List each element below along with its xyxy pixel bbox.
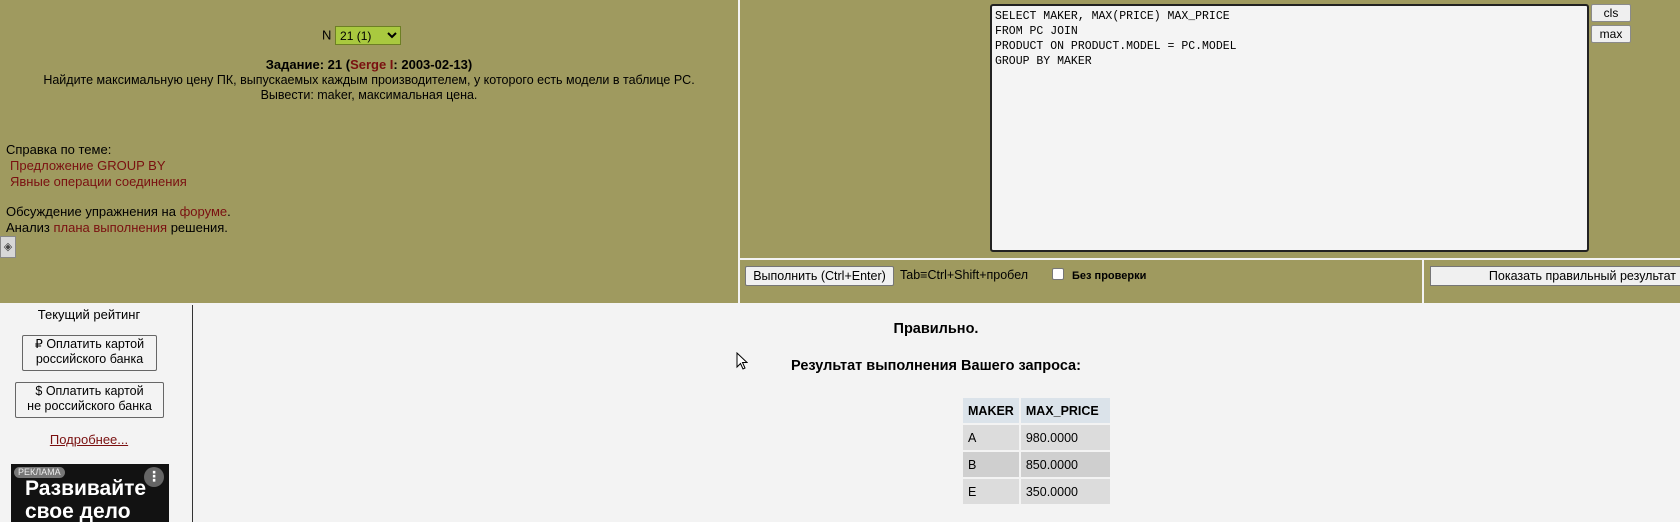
forum-suffix: . bbox=[227, 204, 231, 219]
ad-line2: свое дело bbox=[25, 500, 131, 522]
show-correct-result-button[interactable]: Показать правильный результат bbox=[1430, 266, 1680, 286]
table-cell: E bbox=[963, 479, 1019, 504]
table-cell: 980.0000 bbox=[1020, 425, 1110, 450]
max-button[interactable]: max bbox=[1591, 25, 1631, 43]
no-check-label: Без проверки bbox=[1072, 270, 1147, 282]
help-section: Справка по теме: Предложение GROUP BY Яв… bbox=[6, 142, 231, 236]
ad-line1: Развивайте bbox=[25, 477, 147, 500]
column-header: MAX_PRICE bbox=[1020, 398, 1110, 423]
help-heading: Справка по теме: bbox=[6, 142, 112, 157]
plan-line: Анализ плана выполнения решения. bbox=[6, 220, 231, 236]
result-table: MAKER MAX_PRICE A 980.0000 B 850.0000 E … bbox=[961, 396, 1112, 506]
no-check-checkbox[interactable] bbox=[1052, 268, 1064, 280]
help-link-group-by[interactable]: Предложение GROUP BY bbox=[6, 158, 231, 174]
pay-foreign-line2: не российского банка bbox=[27, 399, 152, 413]
collapse-icon[interactable]: ◈ bbox=[0, 236, 16, 258]
mouse-cursor-icon bbox=[736, 352, 748, 370]
pay-foreign-line1: $ Оплатить картой bbox=[35, 384, 144, 398]
pay-foreign-card-button[interactable]: $ Оплатить картой не российского банка bbox=[15, 382, 164, 418]
rating-panel: Текущий рейтинг ₽ Оплатить картой россий… bbox=[0, 305, 193, 522]
task-author[interactable]: Serge I bbox=[350, 57, 393, 72]
more-link[interactable]: Подробнее... bbox=[0, 432, 178, 447]
task-text-line2: Вывести: maker, максимальная цена. bbox=[260, 88, 478, 102]
status-message: Правильно. bbox=[893, 321, 979, 337]
cls-button[interactable]: cls bbox=[1591, 4, 1631, 22]
task-number-label: N bbox=[322, 27, 332, 43]
task-title: Задание: 21 (Serge I: 2003-02-13) bbox=[0, 57, 738, 72]
rating-title: Текущий рейтинг bbox=[37, 307, 141, 322]
task-number-select[interactable]: 21 (1) bbox=[335, 26, 402, 45]
plan-suffix: решения. bbox=[167, 220, 228, 235]
ad-menu-icon[interactable]: ⋮ bbox=[144, 467, 164, 487]
help-link-joins[interactable]: Явные операции соединения bbox=[6, 174, 231, 190]
task-number-row: N 21 (1) bbox=[322, 26, 402, 45]
table-row: A 980.0000 bbox=[963, 425, 1110, 450]
task-title-prefix: Задание: 21 ( bbox=[265, 57, 351, 72]
result-caption: Результат выполнения Вашего запроса: bbox=[791, 358, 1081, 374]
ad-headline: Развивайте свое дело bbox=[25, 477, 146, 522]
pay-ru-line1: ₽ Оплатить картой bbox=[34, 337, 145, 351]
plan-link[interactable]: плана выполнения bbox=[54, 220, 168, 235]
table-cell: B bbox=[963, 452, 1019, 477]
table-cell: 850.0000 bbox=[1020, 452, 1110, 477]
task-panel: N 21 (1) Задание: 21 (Serge I: 2003-02-1… bbox=[0, 0, 738, 303]
table-row: B 850.0000 bbox=[963, 452, 1110, 477]
ad-banner[interactable]: РЕКЛАМА ⋮ Развивайте свое дело bbox=[11, 464, 169, 522]
pay-ru-line2: российского банка bbox=[35, 352, 144, 366]
forum-link[interactable]: форуме bbox=[180, 204, 228, 219]
shortcut-hint: Tab≡Ctrl+Shift+пробел bbox=[900, 268, 1029, 282]
table-cell: 350.0000 bbox=[1020, 479, 1110, 504]
plan-prefix: Анализ bbox=[6, 220, 54, 235]
sql-editor[interactable]: SELECT MAKER, MAX(PRICE) MAX_PRICE FROM … bbox=[990, 4, 1589, 252]
task-title-suffix: : 2003-02-13) bbox=[393, 57, 473, 72]
run-button[interactable]: Выполнить (Ctrl+Enter) bbox=[745, 266, 894, 286]
result-header-row: MAKER MAX_PRICE bbox=[963, 398, 1110, 423]
pay-russian-card-button[interactable]: ₽ Оплатить картой российского банка bbox=[22, 335, 157, 371]
forum-line: Обсуждение упражнения на форуме. bbox=[6, 204, 231, 220]
table-cell: A bbox=[963, 425, 1019, 450]
task-description: Найдите максимальную цену ПК, выпускаемы… bbox=[0, 73, 738, 103]
forum-prefix: Обсуждение упражнения на bbox=[6, 204, 180, 219]
task-text-line1: Найдите максимальную цену ПК, выпускаемы… bbox=[43, 73, 695, 87]
table-row: E 350.0000 bbox=[963, 479, 1110, 504]
column-header: MAKER bbox=[963, 398, 1019, 423]
